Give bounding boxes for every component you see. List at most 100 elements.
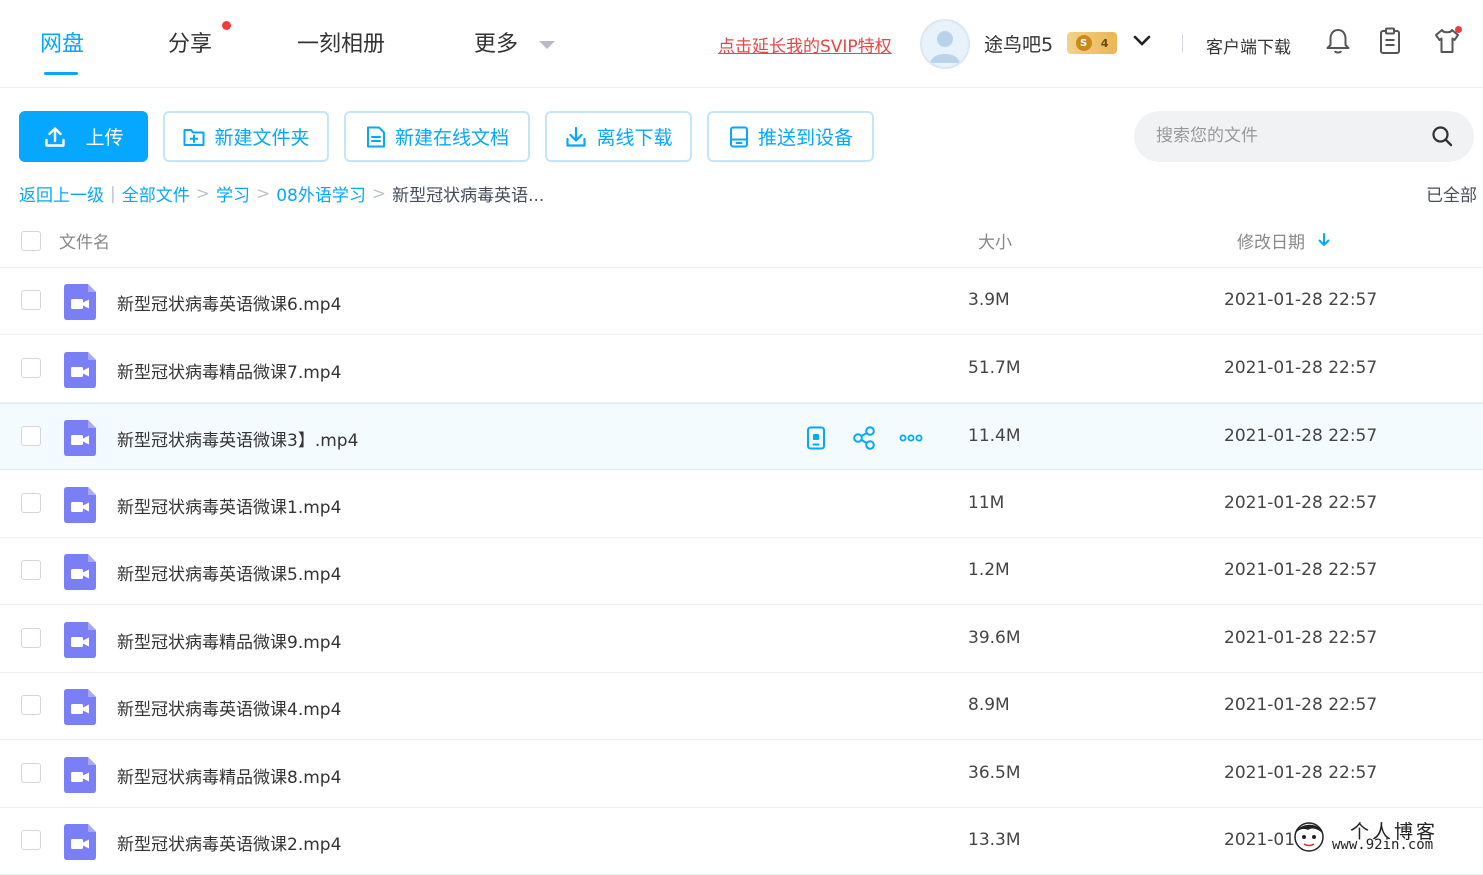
- watermark-url: www.92in.com: [1332, 837, 1434, 853]
- vip-level: 4: [1100, 36, 1109, 50]
- file-row[interactable]: 新型冠状病毒精品微课7.mp4 51.7M 2021-01-28 22:57: [0, 336, 1483, 403]
- download-icon: [566, 126, 587, 147]
- file-date: 2021-01-28 22:57: [1224, 560, 1378, 580]
- vip-letter: S: [1075, 35, 1092, 51]
- video-file-icon: [64, 420, 96, 456]
- file-name[interactable]: 新型冠状病毒精品微课8.mp4: [117, 763, 341, 788]
- chevron-down-icon[interactable]: [1133, 34, 1151, 48]
- tab-more[interactable]: 更多: [474, 26, 518, 58]
- breadcrumb-separator: >: [255, 183, 271, 204]
- notification-dot: [1455, 26, 1462, 33]
- file-date: 2021-01-28 22:57: [1224, 695, 1378, 715]
- document-icon: [366, 126, 385, 147]
- username[interactable]: 途鸟吧5: [984, 30, 1053, 57]
- new-folder-button[interactable]: 新建文件夹: [163, 111, 329, 162]
- file-row[interactable]: 新型冠状病毒精品微课8.mp4 36.5M 2021-01-28 22:57: [0, 741, 1483, 808]
- file-name[interactable]: 新型冠状病毒英语微课5.mp4: [117, 560, 341, 585]
- row-checkbox[interactable]: [21, 763, 41, 783]
- file-date: 2021-01-28 22:57: [1224, 358, 1378, 378]
- offline-download-label: 离线下载: [596, 127, 673, 149]
- share-icon[interactable]: [851, 425, 877, 451]
- video-file-icon: [64, 622, 96, 658]
- file-name[interactable]: 新型冠状病毒英语微课4.mp4: [117, 695, 341, 720]
- file-date: 2021-01-28 22:57: [1224, 493, 1378, 513]
- video-file-icon: [64, 824, 96, 860]
- select-all-checkbox[interactable]: [21, 231, 41, 251]
- file-date: 2021-01-28 22:57: [1224, 763, 1378, 783]
- top-nav: 网盘 分享 一刻相册 更多 点击延长我的SVIP特权 途鸟吧5 S 4 客户端下…: [0, 0, 1483, 88]
- file-row[interactable]: 新型冠状病毒英语微课6.mp4 3.9M 2021-01-28 22:57: [0, 268, 1483, 335]
- client-download-link[interactable]: 客户端下载: [1206, 33, 1291, 58]
- caret-down-icon[interactable]: [539, 41, 555, 49]
- file-row[interactable]: 新型冠状病毒英语微课5.mp4 1.2M 2021-01-28 22:57: [0, 538, 1483, 605]
- active-tab-indicator: [44, 72, 78, 75]
- file-size: 3.9M: [968, 290, 1010, 310]
- cartoon-face-icon: [1294, 822, 1324, 852]
- sort-desc-icon[interactable]: [1317, 232, 1331, 248]
- video-file-icon: [64, 352, 96, 388]
- breadcrumb-back[interactable]: 返回上一级: [19, 181, 104, 206]
- breadcrumb-foreign-language[interactable]: 08外语学习: [276, 181, 366, 206]
- file-size: 1.2M: [968, 560, 1010, 580]
- breadcrumb-separator: >: [371, 183, 387, 204]
- search-input[interactable]: [1156, 123, 1416, 149]
- file-name[interactable]: 新型冠状病毒英语微课1.mp4: [117, 493, 341, 518]
- column-name-header[interactable]: 文件名: [59, 228, 110, 253]
- breadcrumb-separator: >: [195, 183, 210, 204]
- upload-label: 上传: [85, 127, 124, 149]
- breadcrumb: 返回上一级 | 全部文件 > 学习 > 08外语学习 > 新型冠状病毒英语...: [19, 181, 544, 207]
- row-checkbox[interactable]: [21, 560, 41, 580]
- folder-add-icon: [183, 128, 205, 146]
- upload-icon: [45, 126, 66, 147]
- file-size: 11.4M: [968, 426, 1021, 446]
- file-name[interactable]: 新型冠状病毒英语微课3】.mp4: [117, 426, 358, 451]
- file-row[interactable]: 新型冠状病毒英语微课3】.mp4 11.4M 2021-01-28 22:57: [0, 403, 1483, 470]
- file-row[interactable]: 新型冠状病毒英语微课1.mp4 11M 2021-01-28 22:57: [0, 471, 1483, 538]
- search-icon[interactable]: [1430, 124, 1454, 148]
- file-date: 2021-01-28 22:57: [1224, 426, 1378, 446]
- column-size-header[interactable]: 大小: [978, 228, 1012, 253]
- file-row[interactable]: 新型冠状病毒英语微课4.mp4 8.9M 2021-01-28 22:57: [0, 673, 1483, 740]
- column-date-header[interactable]: 修改日期: [1237, 228, 1305, 253]
- vip-level-badge: S 4: [1067, 32, 1117, 54]
- tab-netdisk[interactable]: 网盘: [40, 26, 84, 58]
- file-name[interactable]: 新型冠状病毒精品微课9.mp4: [117, 628, 341, 653]
- device-icon: [729, 126, 748, 147]
- breadcrumb-study[interactable]: 学习: [216, 181, 250, 206]
- load-status: 已全部: [1426, 186, 1477, 206]
- video-file-icon: [64, 487, 96, 523]
- file-size: 8.9M: [968, 695, 1010, 715]
- svip-renew-link[interactable]: 点击延长我的SVIP特权: [718, 32, 892, 57]
- row-checkbox[interactable]: [21, 628, 41, 648]
- clipboard-icon[interactable]: [1376, 26, 1404, 56]
- push-device-label: 推送到设备: [757, 127, 853, 149]
- new-doc-label: 新建在线文档: [394, 127, 509, 149]
- tab-share[interactable]: 分享: [168, 26, 212, 58]
- file-name[interactable]: 新型冠状病毒英语微课2.mp4: [117, 830, 341, 855]
- upload-button[interactable]: 上传: [19, 111, 148, 162]
- row-checkbox[interactable]: [21, 695, 41, 715]
- row-checkbox[interactable]: [21, 358, 41, 378]
- breadcrumb-all-files[interactable]: 全部文件: [122, 181, 190, 206]
- file-name[interactable]: 新型冠状病毒精品微课7.mp4: [117, 358, 341, 383]
- push-device-icon[interactable]: [803, 425, 829, 451]
- row-checkbox[interactable]: [21, 290, 41, 310]
- blog-watermark: 个人博客 www.92in.com: [1288, 815, 1478, 857]
- row-checkbox[interactable]: [21, 493, 41, 513]
- video-file-icon: [64, 689, 96, 725]
- new-online-doc-button[interactable]: 新建在线文档: [344, 111, 530, 162]
- file-row[interactable]: 新型冠状病毒精品微课9.mp4 39.6M 2021-01-28 22:57: [0, 606, 1483, 673]
- push-to-device-button[interactable]: 推送到设备: [707, 111, 874, 162]
- file-size: 11M: [968, 493, 1005, 513]
- row-checkbox[interactable]: [21, 426, 41, 446]
- breadcrumb-divider: |: [110, 183, 116, 204]
- video-file-icon: [64, 554, 96, 590]
- bell-icon[interactable]: [1324, 26, 1352, 56]
- more-options-icon[interactable]: [898, 425, 924, 451]
- file-name[interactable]: 新型冠状病毒英语微课6.mp4: [117, 290, 341, 315]
- avatar[interactable]: [920, 19, 970, 69]
- row-checkbox[interactable]: [21, 830, 41, 850]
- offline-download-button[interactable]: 离线下载: [545, 111, 692, 162]
- tab-album[interactable]: 一刻相册: [297, 26, 385, 58]
- file-row[interactable]: 新型冠状病毒英语微课2.mp4 13.3M 2021-01: [0, 808, 1483, 875]
